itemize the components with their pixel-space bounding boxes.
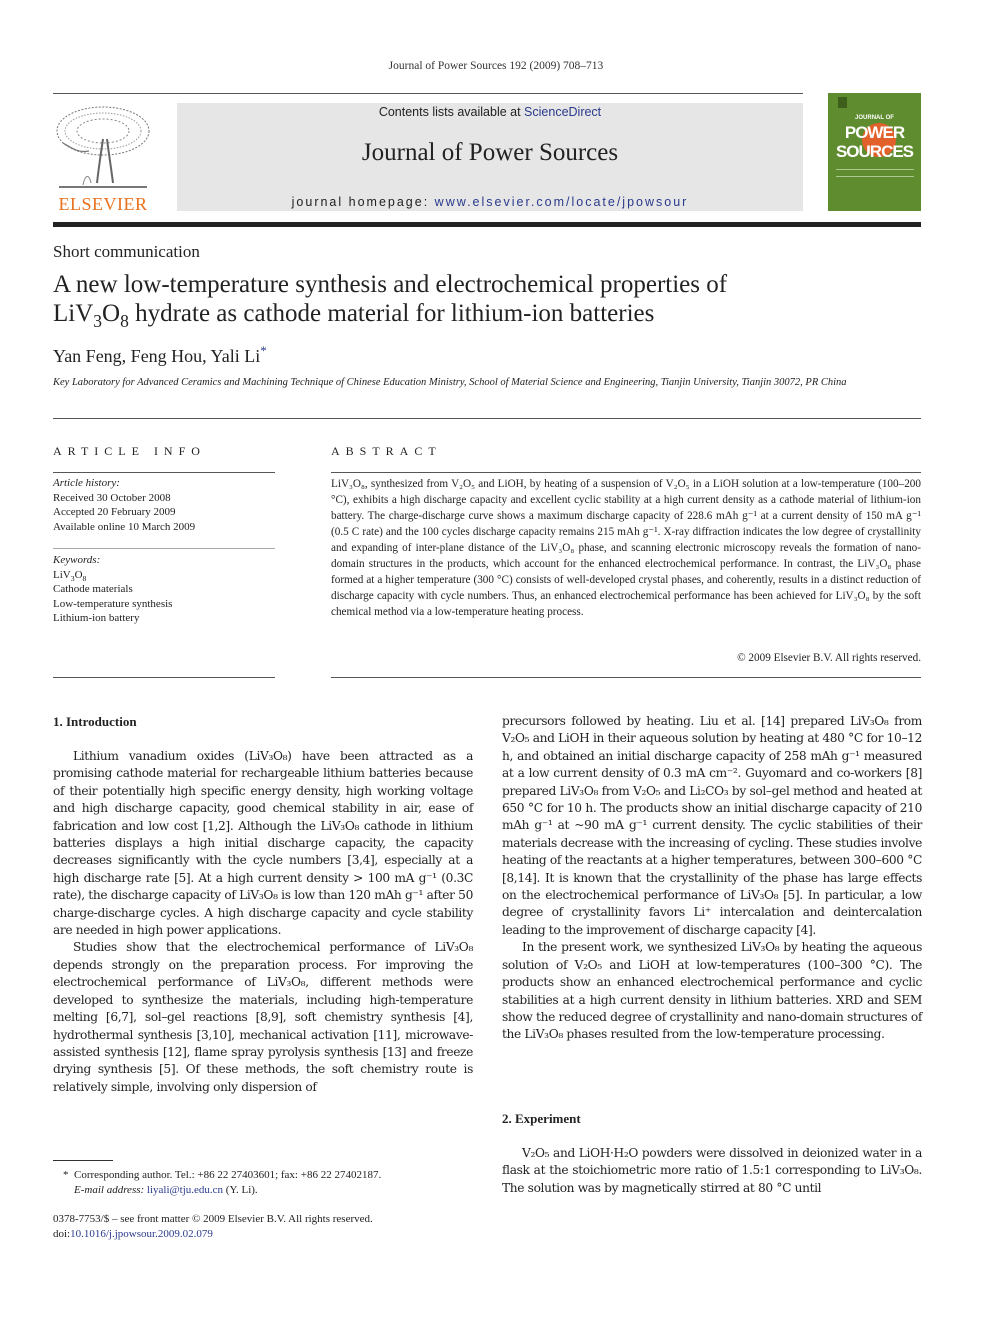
homepage-link[interactable]: www.elsevier.com/locate/jpowsour [435, 195, 689, 209]
history-rule [53, 548, 275, 549]
homepage-prefix: journal homepage: [291, 195, 435, 209]
journal-title: Journal of Power Sources [361, 139, 619, 166]
affiliation-rule [53, 418, 921, 419]
article-title: A new low-temperature synthesis and elec… [53, 270, 913, 331]
abstract-copyright: © 2009 Elsevier B.V. All rights reserved… [737, 652, 921, 664]
history-online: Available online 10 March 2009 [53, 520, 196, 533]
title-sub-8: 8 [120, 311, 129, 331]
experiment-paragraph-1: V₂O₅ and LiOH·H₂O powders were dissolved… [502, 1146, 922, 1195]
keyword-item: LiV3O8 [53, 568, 87, 583]
footnote-rule [53, 1160, 113, 1161]
title-line-2: LiV3O8 hydrate as cathode material for l… [53, 299, 913, 331]
contents-line: Contents lists available at ScienceDirec… [177, 105, 803, 119]
affiliation: Key Laboratory for Advanced Ceramics and… [53, 377, 847, 388]
section-heading-introduction: 1. Introduction [53, 714, 137, 729]
doi-line: doi:10.1016/j.jpowsour.2009.02.079 [53, 1227, 473, 1242]
issn-line: 0378-7753/$ – see front matter © 2009 El… [53, 1213, 373, 1225]
front-matter: 0378-7753/$ – see front matter © 2009 El… [53, 1212, 473, 1242]
experiment-text: V₂O₅ and LiOH·H₂O powders were dissolved… [502, 1145, 922, 1197]
header-rule [53, 222, 921, 227]
elsevier-logo: ELSEVIER [53, 103, 153, 215]
abstract-rule [331, 472, 921, 473]
authors: Yan Feng, Feng Hou, Yali Li* [53, 343, 267, 367]
cover-line3: SOURCES [835, 142, 914, 161]
sciencedirect-link[interactable]: ScienceDirect [524, 105, 601, 119]
keywords: Keywords: LiV3O8 Cathode materials Low-t… [53, 553, 275, 626]
top-rule [53, 93, 803, 94]
title-line-1: A new low-temperature synthesis and elec… [53, 271, 728, 298]
title-rest: hydrate as cathode material for lithium-… [128, 300, 655, 327]
section-heading-experiment: 2. Experiment [502, 1111, 581, 1126]
journal-cover: JOURNAL OF POWER SOURCES [828, 93, 921, 211]
email-suffix: (Y. Li). [223, 1184, 258, 1196]
footnote-contact: Corresponding author. Tel.: +86 22 27403… [74, 1169, 382, 1181]
article-info-heading: ARTICLE INFO [53, 444, 206, 458]
article-type: Short communication [53, 242, 200, 261]
right-column-text: precursors followed by heating. Liu et a… [502, 713, 922, 1044]
elsevier-wordmark: ELSEVIER [58, 194, 148, 214]
doi-link[interactable]: 10.1016/j.jpowsour.2009.02.079 [70, 1228, 213, 1240]
keyword-item: Lithium-ion battery [53, 612, 140, 624]
article-info-bottom-rule [53, 677, 275, 678]
author-names: Yan Feng, Feng Hou, Yali Li [53, 346, 261, 366]
keyword-item: Cathode materials [53, 583, 133, 595]
cover-subtitle [836, 169, 914, 177]
history-label: Article history: [53, 477, 120, 489]
history-accepted: Accepted 20 February 2009 [53, 506, 176, 518]
cover-line2: POWER [844, 123, 905, 142]
keywords-label: Keywords: [53, 554, 101, 566]
doi-prefix: doi: [53, 1228, 71, 1240]
abstract-bottom-rule [331, 677, 921, 678]
intro-paragraph-2: Studies show that the electrochemical pe… [53, 940, 473, 1094]
footnote: * Corresponding author. Tel.: +86 22 274… [53, 1168, 473, 1198]
abstract-heading: ABSTRACT [331, 444, 442, 458]
email-link[interactable]: liyali@tju.edu.cn [147, 1184, 223, 1196]
keyword-item: Low-temperature synthesis [53, 597, 173, 610]
corresponding-author-mark[interactable]: * [260, 343, 267, 358]
left-column-text: Lithium vanadium oxides (LiV₃O₈) have be… [53, 748, 473, 1096]
article-info-rule [53, 472, 275, 473]
homepage-line: journal homepage: www.elsevier.com/locat… [177, 195, 803, 209]
footnote-mark: * [63, 1169, 69, 1181]
cover-line1: JOURNAL OF [855, 115, 894, 121]
footnote-line-2: E-mail address: liyali@tju.edu.cn (Y. Li… [53, 1183, 473, 1198]
intro-paragraph-4: In the present work, we synthesized LiV₃… [502, 940, 922, 1042]
article-history: Article history: Received 30 October 200… [53, 476, 275, 534]
title-sub-3: 3 [93, 311, 103, 331]
cover-mini-logo [838, 97, 847, 108]
footnote-line-1: * Corresponding author. Tel.: +86 22 274… [53, 1168, 473, 1183]
title-formula-li: LiV [53, 300, 94, 327]
history-received: Received 30 October 2008 [53, 491, 171, 504]
journal-banner: Contents lists available at ScienceDirec… [177, 103, 803, 211]
tree-icon [56, 106, 150, 188]
running-head: Journal of Power Sources 192 (2009) 708–… [388, 60, 604, 72]
contents-prefix: Contents lists available at [378, 105, 525, 119]
title-formula-o: O [102, 300, 121, 327]
email-label: E-mail address: [74, 1184, 145, 1196]
abstract-text: LiV₃O₈, synthesized from V₂O₅ and LiOH, … [331, 478, 921, 618]
intro-paragraph-3: precursors followed by heating. Liu et a… [502, 714, 922, 937]
intro-paragraph-1: Lithium vanadium oxides (LiV₃O₈) have be… [53, 749, 473, 938]
